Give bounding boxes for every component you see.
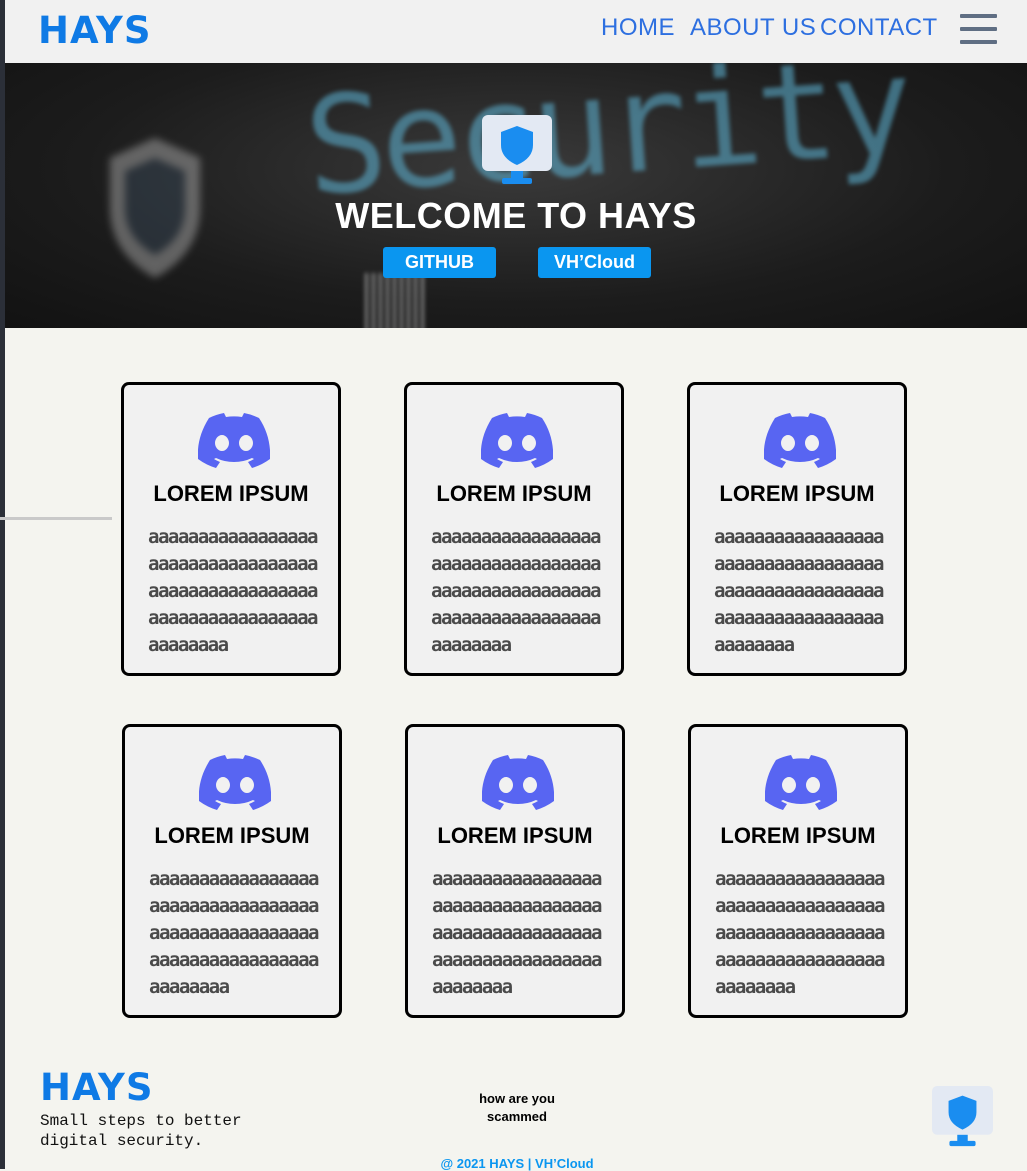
feature-card[interactable]: LOREM IPSUM aaaaaaaaaaaaaaaaaaaaaaaaaaaaa…: [122, 724, 342, 1018]
nav-home-link[interactable]: HOME: [601, 14, 675, 42]
discord-icon: [764, 413, 836, 468]
nav-contact-link[interactable]: CONTACT: [820, 14, 938, 42]
hero-title: WELCOME TO HAYS: [335, 195, 697, 236]
card-title: LOREM IPSUM: [437, 823, 593, 848]
feature-card[interactable]: LOREM IPSUM aaaaaaaaaaaaaaaaaaaaaaaaaaaaa…: [121, 382, 341, 676]
github-button[interactable]: GITHUB: [383, 247, 496, 278]
discord-icon: [765, 755, 837, 810]
card-text: aaaaaaaaaaaaaaaaaaaaaaaaaaaaaaaaaaaaaaaa…: [431, 526, 601, 656]
card-text: aaaaaaaaaaaaaaaaaaaaaaaaaaaaaaaaaaaaaaaa…: [714, 526, 884, 656]
card-text: aaaaaaaaaaaaaaaaaaaaaaaaaaaaaaaaaaaaaaaa…: [148, 526, 318, 656]
footer-scam-link[interactable]: how are you scammed: [457, 1090, 577, 1126]
feature-card[interactable]: LOREM IPSUM aaaaaaaaaaaaaaaaaaaaaaaaaaaaa…: [688, 724, 908, 1018]
discord-icon: [199, 755, 271, 810]
card-text: aaaaaaaaaaaaaaaaaaaaaaaaaaaaaaaaaaaaaaaa…: [432, 868, 602, 998]
discord-icon: [481, 413, 553, 468]
footer-shield-monitor-icon[interactable]: [932, 1086, 993, 1147]
side-divider-line: [0, 517, 112, 520]
hamburger-menu-icon[interactable]: [960, 14, 997, 44]
nav-about-link[interactable]: ABOUT US: [690, 14, 816, 42]
hero-background-bars: [365, 273, 425, 328]
top-navbar: HAYS HOME ABOUT US CONTACT: [5, 0, 1027, 63]
footer-tagline: Small steps to better digital security.: [40, 1112, 242, 1150]
card-title: LOREM IPSUM: [153, 481, 309, 506]
shield-monitor-icon: [482, 115, 552, 184]
header-logo[interactable]: HAYS: [38, 9, 152, 52]
feature-card[interactable]: LOREM IPSUM aaaaaaaaaaaaaaaaaaaaaaaaaaaaa…: [405, 724, 625, 1018]
hero-banner: Security WELCOME TO HAYS GITHUB VH’Cloud: [5, 63, 1027, 328]
vhcloud-button[interactable]: VH’Cloud: [538, 247, 651, 278]
feature-card[interactable]: LOREM IPSUM aaaaaaaaaaaaaaaaaaaaaaaaaaaaa…: [687, 382, 907, 676]
card-text: aaaaaaaaaaaaaaaaaaaaaaaaaaaaaaaaaaaaaaaa…: [149, 868, 319, 998]
feature-card[interactable]: LOREM IPSUM aaaaaaaaaaaaaaaaaaaaaaaaaaaaa…: [404, 382, 624, 676]
card-text: aaaaaaaaaaaaaaaaaaaaaaaaaaaaaaaaaaaaaaaa…: [715, 868, 885, 998]
card-title: LOREM IPSUM: [719, 481, 875, 506]
card-title: LOREM IPSUM: [436, 481, 592, 506]
footer-logo: HAYS: [40, 1066, 154, 1109]
discord-icon: [198, 413, 270, 468]
card-title: LOREM IPSUM: [154, 823, 310, 848]
discord-icon: [482, 755, 554, 810]
card-title: LOREM IPSUM: [720, 823, 876, 848]
